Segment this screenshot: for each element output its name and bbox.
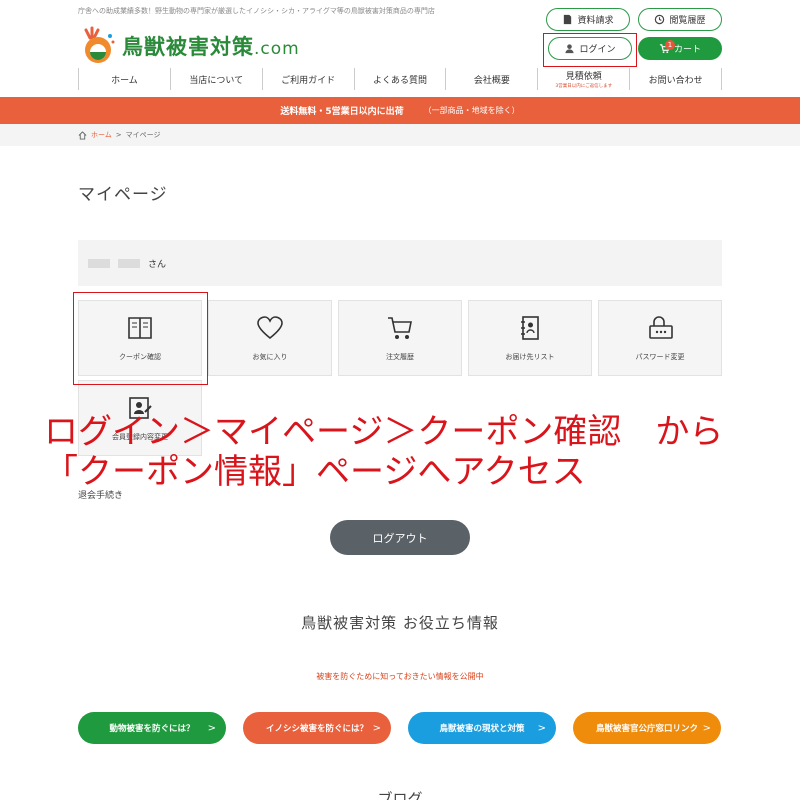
order-history-tile-label: 注文履歴 [386, 353, 414, 361]
logout-button[interactable]: ログアウト [330, 520, 470, 555]
login-highlight-box [543, 33, 637, 67]
chevron-right-icon: > [537, 722, 546, 734]
user-suffix: さん [148, 259, 167, 270]
breadcrumb-current: マイページ [125, 131, 161, 139]
history-icon [655, 14, 665, 25]
page-title: マイページ [78, 185, 168, 205]
favorites-tile[interactable]: お気に入り [208, 300, 332, 376]
nav-item-company[interactable]: 会社概要 [446, 68, 539, 90]
coupon-highlight-box [73, 292, 208, 385]
favorites-tile-label: お気に入り [252, 353, 288, 361]
nav-item-faq[interactable]: よくある質問 [355, 68, 447, 90]
lock-icon [649, 316, 673, 339]
banner-main-text: 送料無料・5営業日以内に出荷 [280, 107, 404, 117]
nav-item-guide[interactable]: ご利用ガイド [263, 68, 355, 90]
address-book-icon [521, 316, 539, 340]
nav-item-about[interactable]: 当店について [171, 68, 263, 90]
logo-suffix: .com [254, 39, 300, 59]
browsing-history-button[interactable]: 閲覧履歴 [638, 8, 722, 31]
order-history-tile[interactable]: 注文履歴 [338, 300, 462, 376]
redacted-name [118, 258, 140, 268]
annotation-text: ログイン＞マイページ＞クーポン確認 から 「クーポン情報」ページへアクセス [44, 412, 724, 492]
address-list-tile-label: お届け先リスト [505, 353, 555, 361]
password-change-tile[interactable]: パスワード変更 [598, 300, 722, 376]
address-list-tile[interactable]: お届け先リスト [468, 300, 592, 376]
chevron-right-icon: > [372, 722, 381, 734]
nav-item-home[interactable]: ホーム [78, 68, 171, 90]
info-button-boar-damage[interactable]: イノシシ被害を防ぐには？ > [243, 712, 391, 744]
info-button-government-links[interactable]: 鳥獣被害官公庁窓口リンク > [573, 712, 721, 744]
redacted-name [88, 258, 110, 268]
chevron-right-icon: > [702, 722, 711, 734]
info-button-animal-damage[interactable]: 動物被害を防ぐには？ > [78, 712, 226, 744]
document-icon [564, 14, 572, 25]
request-catalog-button[interactable]: 資料請求 [546, 8, 630, 31]
logo-text: 鳥獣被害対策.com [122, 35, 300, 59]
breadcrumb-home-link[interactable]: ホーム [91, 130, 112, 140]
banner-note: （一部商品・地域を除く） [423, 106, 520, 115]
cart-icon [388, 317, 412, 339]
main-nav: ホーム 当店について ご利用ガイド よくある質問 会社概要 見積依頼 3営業日以内… [78, 68, 723, 90]
shipping-banner: 送料無料・5営業日以内に出荷 （一部商品・地域を除く） [0, 97, 800, 124]
breadcrumb-separator: > [115, 131, 122, 139]
blog-section-title: ブログ [377, 790, 423, 800]
heart-icon [257, 316, 283, 340]
header-tagline: 庁舎への助成業績多数！野生動物の専門家が厳選したイノシシ・シカ・アライグマ等の鳥… [78, 7, 435, 15]
breadcrumb: ホーム > マイページ [0, 124, 800, 146]
site-logo[interactable]: 鳥獣被害対策.com [78, 26, 300, 66]
nav-item-quote[interactable]: 見積依頼 3営業日以内にご返信します [538, 68, 631, 90]
cart-count-badge: 1 [665, 40, 675, 50]
home-icon [78, 130, 87, 140]
deer-logo-icon [78, 26, 118, 66]
password-change-tile-label: パスワード変更 [635, 353, 685, 361]
nav-quote-note: 3営業日以内にご返信します [555, 84, 613, 89]
cart-button[interactable]: 1 カート [638, 37, 722, 60]
user-greeting: さん [78, 240, 722, 286]
withdraw-link[interactable]: 退会手続き [78, 488, 123, 501]
chevron-right-icon: > [207, 722, 216, 734]
info-section-title: 鳥獣被害対策 お役立ち情報 [301, 614, 499, 632]
info-button-status-measures[interactable]: 鳥獣被害の現状と対策 > [408, 712, 556, 744]
info-section-subtitle: 被害を防ぐために知っておきたい情報を公開中 [316, 672, 484, 681]
nav-item-contact[interactable]: お問い合わせ [630, 68, 723, 90]
